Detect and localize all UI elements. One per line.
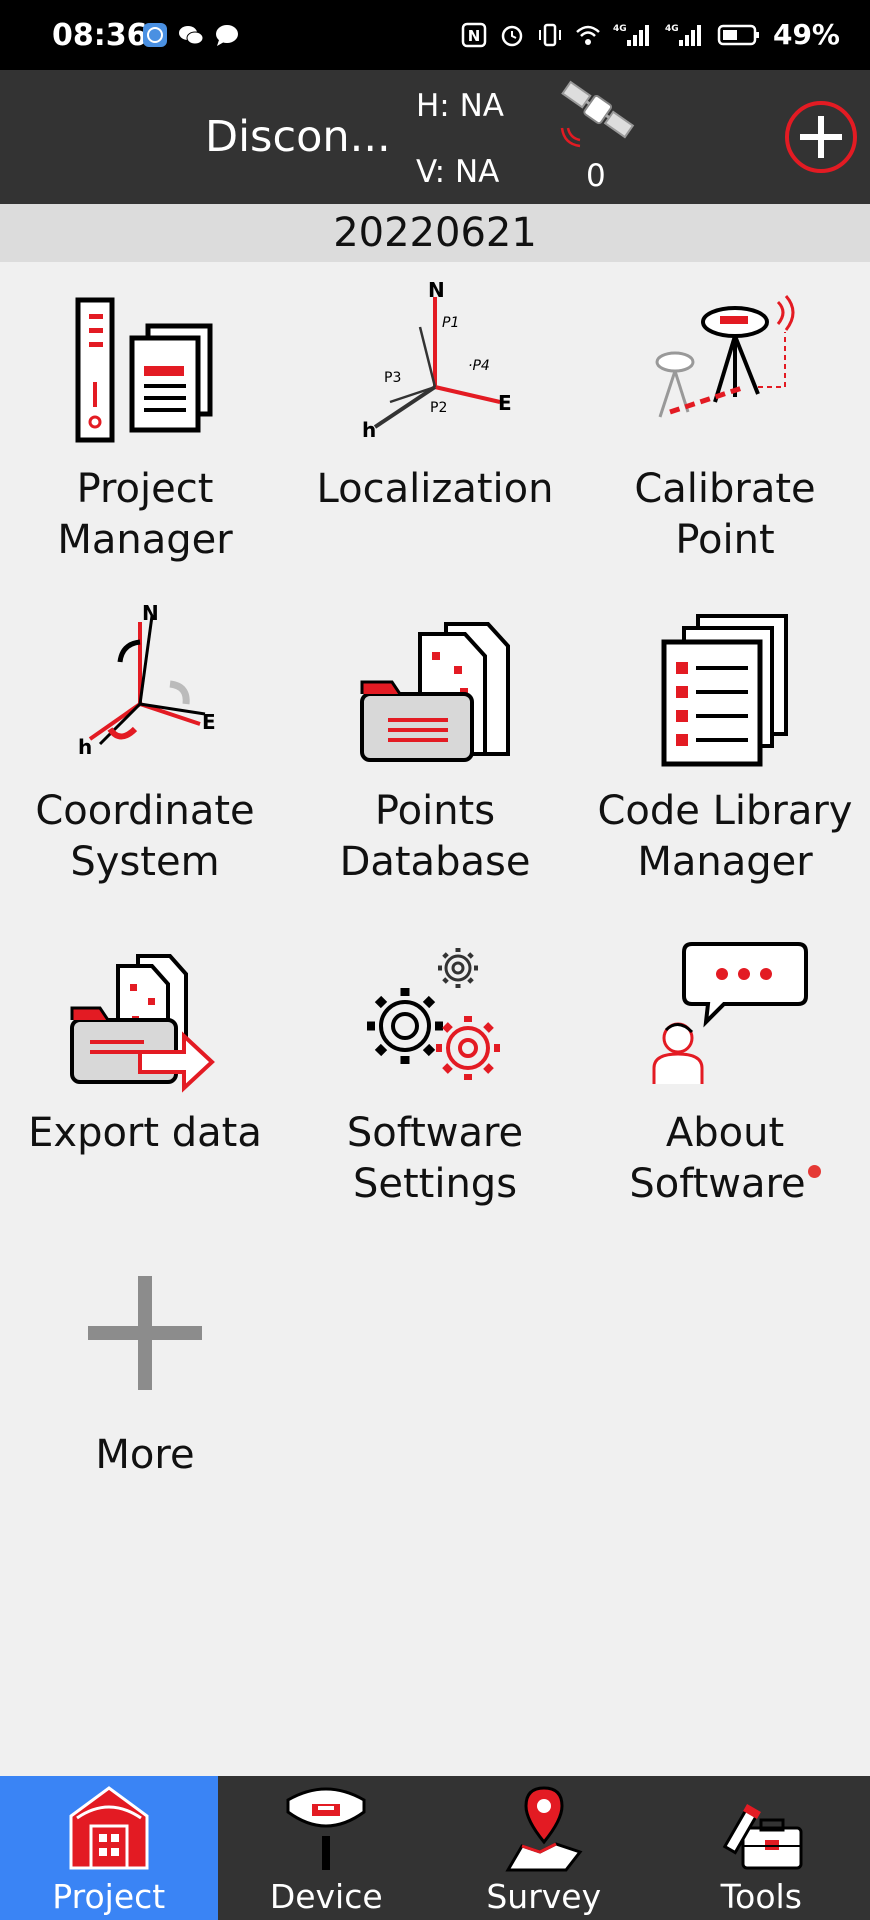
tile-points-database[interactable]: Points Database bbox=[290, 604, 580, 888]
tile-label: About Software bbox=[580, 1108, 870, 1210]
tile-label: Code Library Manager bbox=[597, 788, 853, 885]
nav-project[interactable]: Project bbox=[0, 1776, 218, 1920]
export-data-icon bbox=[70, 954, 215, 1093]
coordinate-system-icon: N E h bbox=[78, 604, 216, 759]
svg-text:E: E bbox=[498, 391, 512, 415]
svg-text:h: h bbox=[362, 418, 376, 442]
project-date: 20220621 bbox=[0, 204, 870, 262]
svg-text:E: E bbox=[202, 710, 216, 734]
tile-label: Localization bbox=[316, 466, 554, 512]
notification-icons bbox=[142, 22, 240, 48]
add-button[interactable] bbox=[784, 100, 858, 174]
tile-coordinate-system[interactable]: N E h Coordinate System bbox=[0, 604, 290, 888]
nav-label: Device bbox=[269, 1877, 383, 1916]
svg-text:P2: P2 bbox=[430, 400, 447, 416]
project-manager-icon bbox=[75, 297, 213, 443]
tile-label: Coordinate System bbox=[35, 788, 255, 885]
nav-survey[interactable]: Survey bbox=[435, 1776, 653, 1920]
tile-label: Points Database bbox=[339, 788, 531, 885]
svg-text:4G: 4G bbox=[613, 24, 627, 34]
alarm-icon bbox=[501, 25, 523, 46]
about-software-icon bbox=[652, 942, 808, 1084]
satellite-icon[interactable] bbox=[556, 76, 636, 148]
svg-text:·P4: ·P4 bbox=[468, 358, 490, 374]
wechat-icon bbox=[179, 26, 204, 45]
connection-status[interactable]: Discon... bbox=[205, 112, 391, 162]
project-building-icon bbox=[69, 1786, 149, 1870]
vibrate-icon bbox=[538, 23, 561, 46]
svg-text:P1: P1 bbox=[442, 315, 459, 331]
satellite-count: 0 bbox=[586, 158, 606, 194]
signal-4g-icon: 4G bbox=[613, 24, 649, 46]
nav-tools[interactable]: Tools bbox=[653, 1776, 870, 1920]
gears-icon bbox=[367, 948, 500, 1080]
browser-icon bbox=[143, 23, 167, 47]
nfc-icon: N bbox=[461, 22, 487, 47]
app-header: Discon... H: NA V: NA 0 bbox=[0, 70, 870, 204]
svg-text:N: N bbox=[468, 27, 481, 45]
tile-more[interactable]: More bbox=[0, 1248, 290, 1481]
about-label-text: About Software bbox=[629, 1110, 806, 1207]
svg-text:h: h bbox=[78, 735, 92, 759]
status-time: 08:36 bbox=[52, 18, 148, 53]
tile-code-library-manager[interactable]: Code Library Manager bbox=[580, 604, 870, 888]
tile-calibrate-point[interactable]: Calibrate Point bbox=[580, 282, 870, 566]
nav-label: Survey bbox=[486, 1877, 602, 1916]
signal-4g-icon: 4G bbox=[665, 24, 701, 46]
tile-software-settings[interactable]: Software Settings bbox=[290, 926, 580, 1210]
battery-percent: 49% bbox=[772, 18, 840, 51]
tile-project-manager[interactable]: Project Manager bbox=[0, 282, 290, 566]
code-library-icon bbox=[661, 614, 788, 767]
status-bar: 08:36 N 4G 4G 49% bbox=[0, 0, 870, 70]
localization-icon: N E h P1 P3 ·P4 P2 bbox=[362, 282, 512, 442]
battery-icon bbox=[717, 24, 759, 45]
tile-export-data[interactable]: Export data bbox=[0, 926, 290, 1159]
notification-dot bbox=[807, 1165, 821, 1178]
svg-text:P3: P3 bbox=[384, 370, 401, 386]
map-pin-icon bbox=[505, 1786, 583, 1872]
tile-label: Project Manager bbox=[57, 466, 233, 563]
tile-label: Export data bbox=[28, 1110, 262, 1156]
horizontal-precision: H: NA bbox=[416, 88, 505, 124]
gnss-receiver-icon bbox=[286, 1787, 366, 1870]
svg-text:N: N bbox=[428, 282, 445, 302]
nav-device[interactable]: Device bbox=[218, 1776, 436, 1920]
points-database-icon bbox=[360, 622, 510, 762]
tile-label: More bbox=[95, 1432, 195, 1478]
chat-bubble-icon bbox=[216, 25, 238, 46]
bottom-nav: Project Device Survey Tools bbox=[0, 1776, 870, 1920]
svg-text:4G: 4G bbox=[665, 24, 679, 34]
plus-icon bbox=[88, 1276, 202, 1390]
tile-about-software[interactable]: About Software bbox=[580, 926, 870, 1210]
calibrate-point-icon bbox=[655, 295, 795, 418]
tile-label: Calibrate Point bbox=[634, 466, 816, 563]
toolbox-icon bbox=[723, 1804, 803, 1870]
nav-label: Tools bbox=[720, 1877, 802, 1916]
tile-label: Software Settings bbox=[346, 1110, 524, 1207]
system-icons: N 4G 4G 49% bbox=[461, 18, 840, 51]
tile-localization[interactable]: N E h P1 P3 ·P4 P2 Localization bbox=[290, 282, 580, 515]
nav-label: Project bbox=[52, 1877, 166, 1916]
svg-text:N: N bbox=[142, 604, 159, 625]
wifi-icon bbox=[576, 25, 600, 45]
vertical-precision: V: NA bbox=[416, 154, 500, 190]
